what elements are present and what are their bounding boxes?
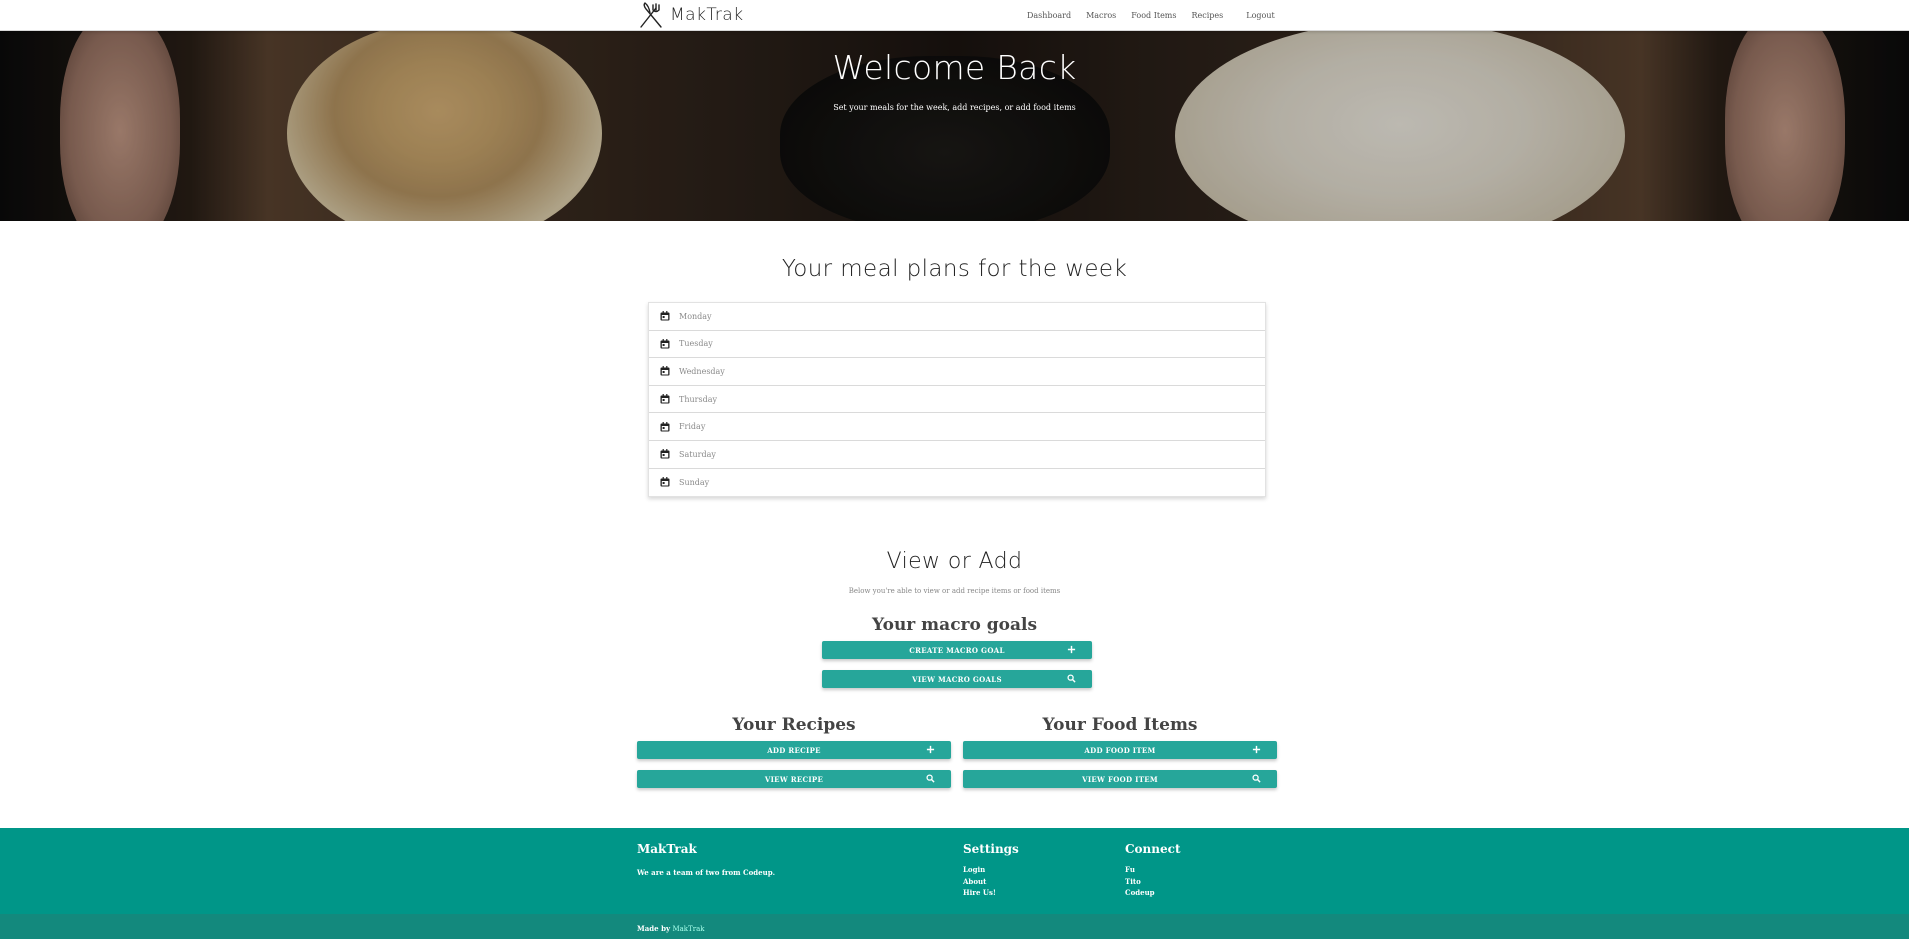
plus-icon (1067, 645, 1076, 654)
day-label: Saturday (679, 449, 716, 459)
nav-links: Dashboard Macros Food Items Recipes Logo… (1027, 0, 1290, 30)
day-label: Monday (679, 311, 712, 321)
footer-settings-links: Login About Hire Us! (963, 864, 996, 899)
footer-link-login[interactable]: Login (963, 864, 996, 876)
footer-brand-title: MakTrak (637, 842, 697, 856)
view-food-item-button[interactable]: View Food Item (963, 770, 1277, 788)
day-item-friday[interactable]: Friday (649, 413, 1265, 441)
day-label: Thursday (679, 394, 717, 404)
footer-settings-title: Settings (963, 842, 1019, 856)
hero-banner: Welcome Back Set your meals for the week… (0, 31, 1909, 221)
calendar-icon (660, 311, 670, 321)
add-food-item-label: Add Food Item (1084, 745, 1156, 755)
add-recipe-button[interactable]: Add Recipe (637, 741, 951, 759)
add-food-item-button[interactable]: Add Food Item (963, 741, 1277, 759)
search-icon (926, 774, 935, 783)
view-add-subtitle: Below you're able to view or add recipe … (848, 587, 1061, 595)
view-recipe-button[interactable]: View Recipe (637, 770, 951, 788)
plus-icon (926, 745, 935, 754)
day-label: Friday (679, 422, 706, 432)
day-item-tuesday[interactable]: Tuesday (649, 331, 1265, 359)
view-macro-goals-label: View Macro Goals (912, 674, 1002, 684)
footer-brand-text: We are a team of two from Codeup. (637, 868, 776, 877)
day-item-sunday[interactable]: Sunday (649, 469, 1265, 497)
recipes-title: Your Recipes (732, 715, 856, 735)
nav-link-macros[interactable]: Macros (1086, 11, 1116, 20)
calendar-icon (660, 449, 670, 459)
calendar-icon (660, 366, 670, 376)
nav-link-dashboard[interactable]: Dashboard (1027, 11, 1071, 20)
footer-link-tito[interactable]: Tito (1125, 876, 1155, 888)
footer-connect-links: Fu Tito Codeup (1125, 864, 1155, 899)
made-by-text: Made by MakTrak (637, 924, 704, 933)
view-add-title: View or Add (886, 549, 1023, 574)
search-icon (1067, 674, 1076, 683)
nav-link-food-items[interactable]: Food Items (1131, 11, 1176, 20)
day-item-thursday[interactable]: Thursday (649, 386, 1265, 414)
macro-goals-title: Your macro goals (871, 615, 1038, 635)
hero-title: Welcome Back (832, 48, 1077, 87)
day-item-monday[interactable]: Monday (649, 303, 1265, 331)
add-recipe-label: Add Recipe (767, 745, 821, 755)
footer-link-fu[interactable]: Fu (1125, 864, 1155, 876)
meal-plans-title: Your meal plans for the week (781, 256, 1128, 282)
hero-subtitle: Set your meals for the week, add recipes… (833, 103, 1076, 112)
create-macro-goal-button[interactable]: Create Macro Goal (822, 641, 1092, 659)
footer-link-about[interactable]: About (963, 876, 996, 888)
fork-knife-icon (640, 2, 662, 28)
search-icon (1252, 774, 1261, 783)
day-label: Tuesday (679, 339, 713, 349)
made-by-link[interactable]: MakTrak (672, 925, 704, 933)
view-macro-goals-button[interactable]: View Macro Goals (822, 670, 1092, 688)
footer-connect-title: Connect (1125, 842, 1181, 856)
meal-plan-list: Monday Tuesday Wednesday Thursday Friday… (648, 302, 1266, 498)
day-item-saturday[interactable]: Saturday (649, 441, 1265, 469)
day-label: Wednesday (679, 366, 725, 376)
footer-link-codeup[interactable]: Codeup (1125, 887, 1155, 899)
day-item-wednesday[interactable]: Wednesday (649, 358, 1265, 386)
calendar-icon (660, 421, 670, 432)
nav-link-recipes[interactable]: Recipes (1192, 11, 1224, 20)
day-label: Sunday (679, 477, 710, 487)
brand-name: MakTrak (670, 5, 744, 25)
nav-link-logout[interactable]: Logout (1246, 11, 1274, 20)
food-items-title: Your Food Items (1042, 715, 1198, 735)
create-macro-goal-label: Create Macro Goal (909, 645, 1005, 655)
view-food-item-label: View Food Item (1082, 774, 1158, 784)
calendar-icon (660, 477, 670, 487)
top-navbar: MakTrak Dashboard Macros Food Items Reci… (0, 0, 1909, 31)
brand-logo[interactable]: MakTrak (636, 0, 744, 30)
made-by-prefix: Made by (637, 924, 671, 933)
calendar-icon (660, 394, 670, 404)
footer-link-hire-us[interactable]: Hire Us! (963, 887, 996, 899)
view-recipe-label: View Recipe (764, 774, 824, 784)
footer-copyright-bar (0, 914, 1909, 939)
calendar-icon (660, 338, 670, 349)
plus-icon (1252, 745, 1261, 754)
